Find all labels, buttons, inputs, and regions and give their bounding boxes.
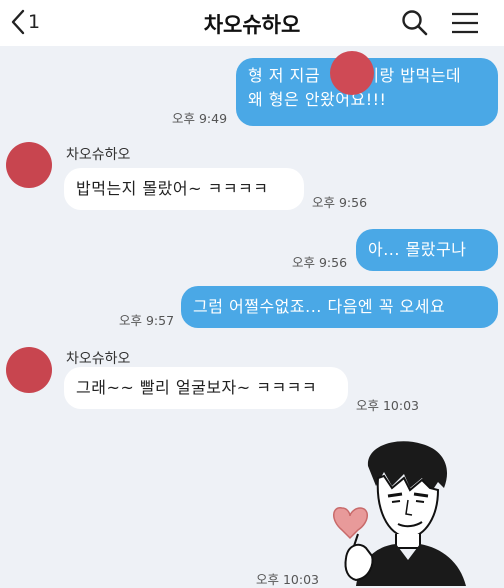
avatar[interactable]	[6, 347, 52, 393]
redaction-mark	[330, 51, 374, 95]
message-time: 오후 9:56	[292, 255, 348, 270]
message-time: 오후 10:03	[356, 398, 419, 413]
incoming-message[interactable]: 그래~~ 빨리 얼굴보자~ ㅋㅋㅋㅋ	[64, 367, 348, 409]
message-time: 오후 9:57	[119, 313, 175, 328]
message-time: 오후 9:56	[312, 195, 368, 210]
message-time: 오후 10:03	[256, 572, 319, 587]
sender-name: 차오슈하오	[66, 351, 131, 367]
heart-sticker[interactable]	[326, 438, 476, 586]
outgoing-message[interactable]: 그럼 어쩔수없죠... 다음엔 꼭 오세요	[181, 286, 498, 328]
message-text-line: 왜 형은 안왔어요!!!	[248, 90, 387, 109]
search-icon[interactable]	[400, 8, 430, 38]
message-time: 오후 9:49	[172, 111, 228, 126]
avatar[interactable]	[6, 142, 52, 188]
menu-icon[interactable]	[450, 9, 480, 37]
sender-name: 차오슈하오	[66, 147, 131, 163]
outgoing-message[interactable]: 아... 몰랐구나	[356, 229, 498, 271]
header-bar: 1 차오슈하오	[0, 0, 504, 46]
incoming-message[interactable]: 밥먹는지 몰랐어~ ㅋㅋㅋㅋ	[64, 168, 304, 210]
